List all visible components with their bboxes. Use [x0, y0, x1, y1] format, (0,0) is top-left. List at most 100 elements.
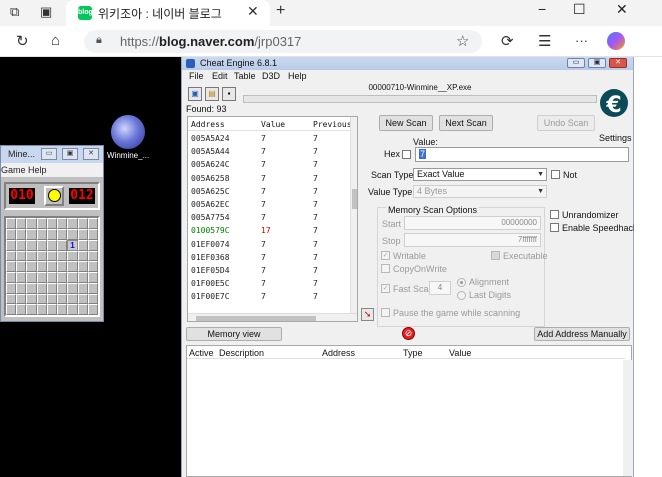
- mine-cell[interactable]: [16, 250, 27, 262]
- mine-cell[interactable]: [67, 282, 78, 294]
- mine-cell[interactable]: [87, 293, 98, 305]
- table-row[interactable]: 005A7754 7 7: [188, 211, 350, 224]
- mine-cell[interactable]: [57, 218, 68, 229]
- mine-cell[interactable]: [87, 228, 98, 240]
- mine-cell[interactable]: [67, 272, 78, 283]
- next-scan-button[interactable]: Next Scan: [439, 115, 493, 131]
- ce-maximize-button[interactable]: ▣: [588, 58, 606, 68]
- ce-close-button[interactable]: ✕: [609, 58, 627, 68]
- mine-cell[interactable]: [36, 250, 47, 262]
- ms-close-button[interactable]: ✕: [83, 148, 99, 160]
- mine-cell[interactable]: [16, 239, 27, 251]
- ce-menu-help[interactable]: Help: [288, 71, 307, 81]
- mine-cell[interactable]: [36, 239, 47, 251]
- mine-cell[interactable]: [6, 304, 17, 315]
- mine-cell[interactable]: [77, 261, 88, 272]
- mine-cell[interactable]: [77, 218, 88, 229]
- extensions-icon[interactable]: ⟳: [501, 32, 514, 50]
- mine-cell[interactable]: [46, 239, 58, 251]
- favorites-icon[interactable]: ☰: [538, 32, 551, 50]
- table-row[interactable]: 005A625C 7 7: [188, 185, 350, 198]
- col-previous[interactable]: Previous: [313, 120, 352, 129]
- winmine-desktop-icon[interactable]: [111, 115, 145, 149]
- speedhack-checkbox[interactable]: [550, 223, 559, 232]
- mine-cell[interactable]: [57, 272, 68, 283]
- mine-cell[interactable]: [26, 261, 37, 272]
- mine-cell[interactable]: [26, 250, 37, 262]
- col-active[interactable]: Active: [189, 348, 214, 358]
- ms-maximize-button[interactable]: ▣: [62, 148, 78, 160]
- fast-scan-checkbox[interactable]: ✓: [381, 284, 390, 293]
- memory-view-button[interactable]: Memory view: [186, 327, 282, 341]
- mine-cell[interactable]: [26, 239, 37, 251]
- mine-cell[interactable]: [16, 261, 27, 272]
- table-row[interactable]: 01EF0368 7 7: [188, 251, 350, 264]
- mine-cell[interactable]: [6, 261, 17, 272]
- ce-titlebar[interactable]: Cheat Engine 6.8.1 ▭ ▣ ✕: [182, 57, 633, 70]
- mine-cell[interactable]: [46, 228, 58, 240]
- ms-menu-game[interactable]: Game: [1, 165, 26, 175]
- copilot-icon[interactable]: [607, 32, 625, 50]
- mine-cell[interactable]: [46, 304, 58, 315]
- mine-cell[interactable]: 1: [67, 239, 78, 251]
- results-hscrollbar[interactable]: [188, 313, 357, 321]
- col-value[interactable]: Value: [261, 120, 285, 129]
- mine-cell[interactable]: [6, 239, 17, 251]
- mine-cell[interactable]: [57, 250, 68, 262]
- mine-cell[interactable]: [26, 228, 37, 240]
- ce-menu-edit[interactable]: Edit: [212, 71, 228, 81]
- mine-cell[interactable]: [36, 272, 47, 283]
- mine-cell[interactable]: [87, 304, 98, 315]
- col-value[interactable]: Value: [449, 348, 471, 358]
- mine-cell[interactable]: [77, 228, 88, 240]
- address-list-scrollbar[interactable]: [623, 360, 632, 476]
- mine-cell[interactable]: [16, 218, 27, 229]
- open-process-icon[interactable]: ▣: [188, 87, 202, 101]
- mine-cell[interactable]: [77, 239, 88, 251]
- fast-scan-alignment-input[interactable]: 4: [429, 281, 451, 295]
- mine-cell[interactable]: [87, 261, 98, 272]
- mine-cell[interactable]: [26, 293, 37, 305]
- col-address[interactable]: Address: [191, 120, 225, 129]
- undo-scan-button[interactable]: Undo Scan: [537, 115, 595, 131]
- mine-cell[interactable]: [6, 250, 17, 262]
- mine-cell[interactable]: [77, 250, 88, 262]
- reload-icon[interactable]: ↻: [16, 32, 29, 50]
- add-address-manually-button[interactable]: Add Address Manually: [534, 327, 630, 341]
- mine-cell[interactable]: [16, 228, 27, 240]
- add-to-list-arrow-icon[interactable]: ➘: [361, 308, 374, 321]
- mine-cell[interactable]: [77, 304, 88, 315]
- more-icon[interactable]: ···: [575, 33, 588, 48]
- mine-cell[interactable]: [36, 304, 47, 315]
- mine-cell[interactable]: [67, 261, 78, 272]
- open-file-icon[interactable]: ▤: [205, 87, 219, 101]
- minesweeper-titlebar[interactable]: Mine... ▭ ▣ ✕: [1, 146, 103, 163]
- pause-game-checkbox[interactable]: [381, 308, 390, 317]
- mine-cell[interactable]: [57, 239, 68, 251]
- mine-cell[interactable]: [57, 228, 68, 240]
- table-row[interactable]: 0100579C 17 7: [188, 224, 350, 237]
- ce-menu-table[interactable]: Table: [234, 71, 256, 81]
- value-type-select[interactable]: 4 Bytes ▼: [413, 185, 547, 198]
- browser-tab[interactable]: blog 위키조아 : 네이버 블로그 ✕: [66, 0, 270, 26]
- scroll-thumb[interactable]: [196, 316, 316, 321]
- mine-cell[interactable]: [57, 282, 68, 294]
- mine-cell[interactable]: [26, 282, 37, 294]
- mine-cell[interactable]: [67, 304, 78, 315]
- ms-minimize-button[interactable]: ▭: [41, 148, 57, 160]
- col-type[interactable]: Type: [403, 348, 423, 358]
- mine-cell[interactable]: [46, 218, 58, 229]
- ce-menu-d3d[interactable]: D3D: [262, 71, 280, 81]
- table-row[interactable]: 005A62EC 7 7: [188, 198, 350, 211]
- mine-cell[interactable]: [77, 293, 88, 305]
- mine-cell[interactable]: [67, 250, 78, 262]
- stop-address-input[interactable]: 7fffffff: [404, 233, 541, 247]
- ms-menu-help[interactable]: Help: [28, 165, 47, 175]
- table-row[interactable]: 005A6258 7 7: [188, 172, 350, 185]
- new-tab-icon[interactable]: +: [276, 2, 285, 20]
- alignment-radio[interactable]: [457, 278, 466, 287]
- mine-cell[interactable]: [57, 261, 68, 272]
- mine-cell[interactable]: [46, 250, 58, 262]
- maximize-button[interactable]: ☐: [573, 1, 586, 18]
- mine-cell[interactable]: [36, 261, 47, 272]
